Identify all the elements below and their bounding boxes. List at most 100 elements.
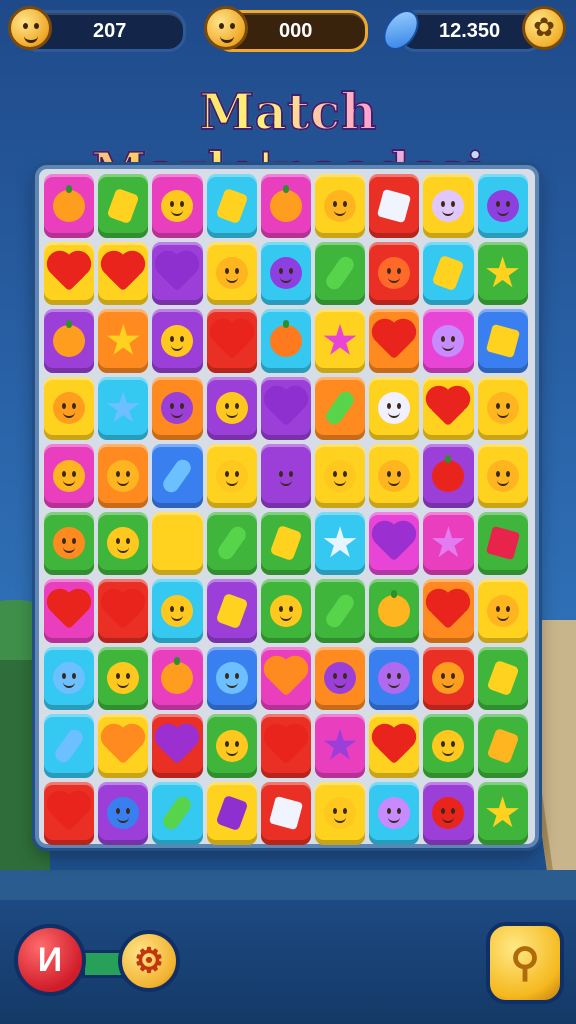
board-tile[interactable]: [314, 714, 366, 778]
fruit-piece-icon: [432, 454, 465, 492]
board-tile[interactable]: [260, 174, 311, 238]
board-tile[interactable]: [98, 781, 149, 845]
board-tile[interactable]: [260, 376, 311, 440]
board-tile[interactable]: [423, 241, 474, 305]
board-tile[interactable]: [152, 444, 203, 508]
board-tile[interactable]: [477, 309, 528, 373]
board-tile[interactable]: [44, 511, 95, 575]
board-tile[interactable]: [477, 376, 528, 440]
board-tile[interactable]: [423, 174, 474, 238]
board-tile[interactable]: [314, 646, 366, 710]
menu-button[interactable]: И: [14, 924, 86, 996]
board-tile[interactable]: [206, 241, 257, 305]
board-tile[interactable]: [206, 444, 257, 508]
pickle-piece-icon: [160, 793, 195, 833]
board-tile[interactable]: [152, 646, 203, 710]
board-tile[interactable]: [260, 444, 311, 508]
board-tile[interactable]: [260, 646, 311, 710]
board-tile[interactable]: [44, 444, 95, 508]
board-tile[interactable]: [423, 714, 474, 778]
board-tile[interactable]: [369, 714, 420, 778]
board-tile[interactable]: [98, 376, 149, 440]
board-tile[interactable]: [152, 511, 203, 575]
board-tile[interactable]: [477, 444, 528, 508]
board-tile[interactable]: [152, 579, 203, 643]
board-tile[interactable]: [260, 309, 311, 373]
board-tile[interactable]: [44, 714, 95, 778]
board-tile[interactable]: [44, 646, 95, 710]
board-tile[interactable]: [152, 781, 203, 845]
board-tile[interactable]: [314, 309, 366, 373]
board-tile[interactable]: [314, 241, 366, 305]
board-tile[interactable]: [423, 646, 474, 710]
board-tile[interactable]: [152, 309, 203, 373]
board-tile[interactable]: [314, 376, 366, 440]
settings-button[interactable]: ✿: [522, 6, 566, 50]
board-tile[interactable]: [423, 781, 474, 845]
board-tile[interactable]: [314, 579, 366, 643]
board-tile[interactable]: [314, 511, 366, 575]
board-tile[interactable]: [314, 174, 366, 238]
board-tile[interactable]: [98, 714, 149, 778]
board-tile[interactable]: [44, 241, 95, 305]
board-tile[interactable]: [369, 241, 420, 305]
board-tile[interactable]: [423, 511, 474, 575]
board-tile[interactable]: [477, 511, 528, 575]
board-tile[interactable]: [477, 174, 528, 238]
board-tile[interactable]: [314, 444, 366, 508]
board-tile[interactable]: [206, 511, 257, 575]
board-tile[interactable]: [206, 646, 257, 710]
board-tile[interactable]: [206, 579, 257, 643]
board-tile[interactable]: [98, 511, 149, 575]
board-tile[interactable]: [423, 376, 474, 440]
board-tile[interactable]: [98, 579, 149, 643]
board-tile[interactable]: [98, 646, 149, 710]
board-tile[interactable]: [152, 376, 203, 440]
board-tile[interactable]: [206, 376, 257, 440]
gear-button[interactable]: ⚙: [118, 930, 180, 992]
board-tile[interactable]: [152, 241, 203, 305]
board-tile[interactable]: [44, 309, 95, 373]
board-tile[interactable]: [260, 714, 311, 778]
board-tile[interactable]: [369, 646, 420, 710]
board-tile[interactable]: [423, 444, 474, 508]
board-tile[interactable]: [44, 376, 95, 440]
board-tile[interactable]: [369, 309, 420, 373]
board-tile[interactable]: [260, 579, 311, 643]
board-tile[interactable]: [206, 781, 257, 845]
board-tile[interactable]: [477, 241, 528, 305]
board-tile[interactable]: [477, 781, 528, 845]
face-piece-icon: [215, 729, 248, 762]
board-tile[interactable]: [152, 714, 203, 778]
board-tile[interactable]: [369, 444, 420, 508]
board-tile[interactable]: [44, 781, 95, 845]
face-piece-icon: [324, 662, 357, 695]
board-tile[interactable]: [369, 511, 420, 575]
board-tile[interactable]: [260, 511, 311, 575]
board-tile[interactable]: [369, 174, 420, 238]
board-tile[interactable]: [423, 309, 474, 373]
board-tile[interactable]: [44, 174, 95, 238]
board-tile[interactable]: [98, 241, 149, 305]
board-tile[interactable]: [477, 714, 528, 778]
board-tile[interactable]: [369, 376, 420, 440]
board-tile[interactable]: [206, 309, 257, 373]
search-button[interactable]: ⚲: [486, 922, 564, 1004]
board-tile[interactable]: [369, 579, 420, 643]
board-tile[interactable]: [369, 781, 420, 845]
board-tile[interactable]: [206, 174, 257, 238]
board-tile[interactable]: [314, 781, 366, 845]
board-tile[interactable]: [98, 444, 149, 508]
face-piece-icon: [107, 459, 140, 492]
board-tile[interactable]: [477, 646, 528, 710]
board-tile[interactable]: [98, 174, 149, 238]
board-tile[interactable]: [44, 579, 95, 643]
face-piece-icon: [432, 797, 465, 830]
board-tile[interactable]: [98, 309, 149, 373]
board-tile[interactable]: [477, 579, 528, 643]
board-tile[interactable]: [152, 174, 203, 238]
board-tile[interactable]: [423, 579, 474, 643]
board-tile[interactable]: [260, 781, 311, 845]
board-tile[interactable]: [206, 714, 257, 778]
board-tile[interactable]: [260, 241, 311, 305]
